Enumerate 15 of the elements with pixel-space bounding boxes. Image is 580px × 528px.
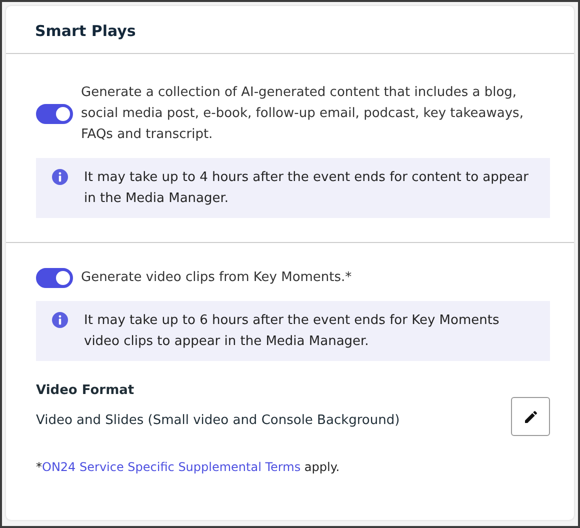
- toggle-switch[interactable]: [36, 268, 73, 288]
- footnote-text: *ON24 Service Specific Supplemental Terms apply.: [36, 459, 341, 476]
- pencil-icon: [522, 408, 538, 424]
- toggle-switch[interactable]: [36, 104, 73, 124]
- toggle-label: Generate video clips from Key Moments.*: [81, 269, 352, 287]
- info-text: It may take up to 6 hours after the event ends for Key Moments video clips to appear in the Media Manager.: [84, 312, 500, 351]
- terms-link[interactable]: ON24 Service Specific Supplemental Terms: [42, 460, 301, 474]
- panel-title: Smart Plays: [35, 22, 137, 40]
- edit-button[interactable]: [511, 397, 550, 436]
- info-icon: [52, 312, 68, 328]
- info-text: It may take up to 4 hours after the event ends for content to appear in the Media Manager.: [84, 169, 530, 208]
- toggle-label: Generate a collection of AI-generated content that includes a blog, social media post, e-book, follow-up email, podcast, key takeaways, FAQs and transcript.: [81, 84, 524, 144]
- section-heading: Video Format: [36, 382, 136, 400]
- info-icon: [52, 169, 68, 185]
- format-value: Video and Slides (Small video and Console Background): [36, 412, 400, 430]
